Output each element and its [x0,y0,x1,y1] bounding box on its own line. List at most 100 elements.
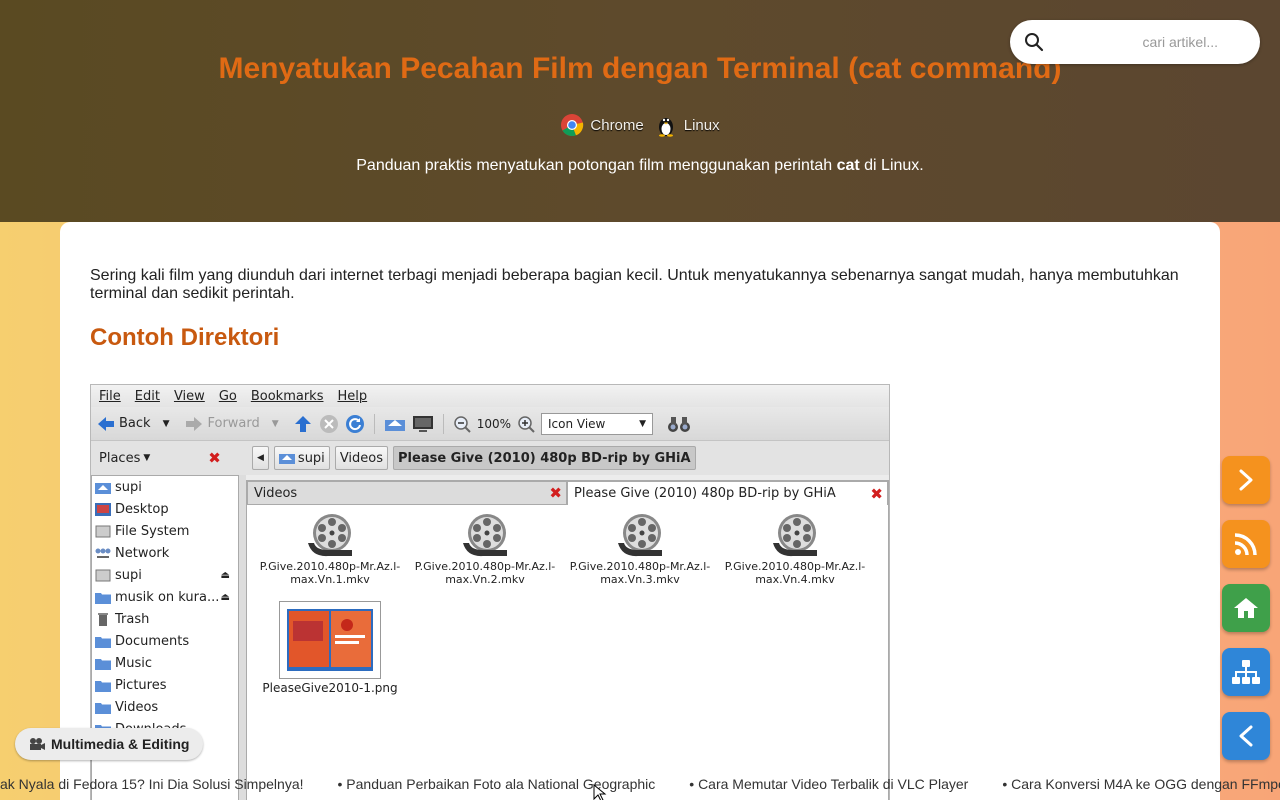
folder-icon [95,658,111,670]
path-label: Videos [339,450,384,466]
path-button-videos[interactable]: Videos [334,446,389,470]
next-article-button[interactable] [1222,456,1270,504]
film-reel-icon [463,514,507,557]
ticker-link[interactable]: • Panduan Perbaikan Foto ala National Ge… [338,776,656,792]
tab-videos[interactable]: Videos ✖ [247,481,567,505]
view-mode-value: Icon View [548,416,606,431]
search-input[interactable] [1054,34,1244,50]
forward-label: Forward [207,416,260,431]
desc-text: Panduan praktis menyatukan potongan film… [356,157,837,174]
tab-bar: Videos ✖ Please Give (2010) 480p BD-rip … [247,481,888,505]
view-mode-select[interactable]: Icon View ▼ [541,412,653,435]
zoom-in-icon[interactable] [517,415,535,433]
rss-button[interactable] [1222,520,1270,568]
sidebar-item-network[interactable]: Network [92,542,238,564]
computer-icon[interactable] [412,415,434,433]
sidebar-item-desktop[interactable]: Desktop [92,498,238,520]
home-icon[interactable] [384,416,406,432]
sidebar-item-label: Pictures [115,677,167,693]
chevron-left-icon [1239,725,1253,747]
file-item[interactable]: P.Give.2010.480p-Mr.Az.l-max.Vn.2.mkv [410,513,560,586]
file-name: PleaseGive2010-1.png [262,681,398,695]
zoom-out-icon[interactable] [453,415,471,433]
section-title: Contoh Direktori [90,324,280,351]
menu-bookmarks[interactable]: Bookmarks [251,389,324,404]
sidebar-item-musik[interactable]: musik on kura... ⏏ [92,586,238,608]
stop-icon[interactable] [319,414,339,434]
tag-list: Chrome Linux [0,113,1280,137]
location-bar: Places ▼ ✖ ◀ supi Videos Please Give (20… [91,441,889,475]
close-tab-icon[interactable]: ✖ [549,484,562,502]
home-folder-icon [278,454,295,464]
category-badge[interactable]: Multimedia & Editing [15,728,204,760]
up-arrow-icon[interactable] [293,415,313,433]
dropdown-arrow-icon: ▼ [143,453,151,463]
film-reel-icon [308,514,352,557]
drive-icon [95,525,111,537]
sidebar-item-supi-home[interactable]: supi [92,476,238,498]
menu-help[interactable]: Help [337,389,367,404]
trash-icon [98,612,108,626]
sidebar-item-label: Videos [115,699,159,715]
chevron-down-icon[interactable]: ▼ [163,419,170,429]
film-projector-icon [30,738,45,750]
home-button[interactable] [1222,584,1270,632]
chevron-down-icon[interactable]: ▼ [272,419,279,429]
search-binoculars-icon[interactable] [667,415,691,433]
folder-icon [95,636,111,648]
sitemap-button[interactable] [1222,648,1270,696]
sidebar-resize-handle[interactable] [239,475,246,800]
folder-icon [95,592,111,604]
sidebar-item-trash[interactable]: Trash [92,608,238,630]
dropdown-arrow-icon: ▼ [639,418,646,429]
file-item[interactable]: P.Give.2010.480p-Mr.Az.l-max.Vn.3.mkv [565,513,715,586]
tag-linux[interactable]: Linux [654,113,720,137]
previous-article-button[interactable] [1222,712,1270,760]
category-label: Multimedia & Editing [51,736,190,752]
menu-file[interactable]: File [99,389,121,404]
sitemap-icon [1232,660,1260,684]
file-name: P.Give.2010.480p-Mr.Az.l-max.Vn.3.mkv [569,560,711,586]
close-sidebar-icon[interactable]: ✖ [208,449,221,467]
menu-go[interactable]: Go [219,389,237,404]
file-item[interactable]: P.Give.2010.480p-Mr.Az.l-max.Vn.1.mkv [255,513,405,586]
sidebar-item-label: File System [115,523,190,539]
file-item[interactable]: P.Give.2010.480p-Mr.Az.l-max.Vn.4.mkv [720,513,870,586]
path-button-current[interactable]: Please Give (2010) 480p BD-rip by GHiA [393,446,696,470]
back-button[interactable]: Back ▼ [97,416,169,432]
file-manager-screenshot: File Edit View Go Bookmarks Help Back ▼ … [90,384,890,800]
eject-icon[interactable]: ⏏ [221,570,230,581]
ticker-link[interactable]: • Cara Konversi M4A ke OGG dengan FFmpeg… [1002,776,1280,792]
tab-label: Please Give (2010) 480p BD-rip by GHiA [574,486,836,501]
sidebar-item-music[interactable]: Music [92,652,238,674]
places-label: Places [99,450,141,466]
chrome-icon [561,114,584,137]
tab-please-give[interactable]: Please Give (2010) 480p BD-rip by GHiA ✖ [567,481,888,505]
sidebar-item-documents[interactable]: Documents [92,630,238,652]
eject-icon[interactable]: ⏏ [221,592,230,603]
desc-text-end: di Linux. [859,157,924,174]
file-item[interactable]: PleaseGive2010-1.png [255,601,405,695]
sidebar-item-pictures[interactable]: Pictures [92,674,238,696]
menu-edit[interactable]: Edit [135,389,160,404]
sidebar-item-videos[interactable]: Videos [92,696,238,718]
network-icon [95,548,111,558]
article-intro: Sering kali film yang diunduh dari inter… [90,267,1179,302]
sidebar-item-file-system[interactable]: File System [92,520,238,542]
places-dropdown[interactable]: Places ▼ ✖ [99,449,239,467]
path-scroll-left-button[interactable]: ◀ [252,446,269,470]
ticker-link[interactable]: • Cara Memutar Video Terbalik di VLC Pla… [689,776,968,792]
home-folder-icon [95,482,111,494]
mouse-cursor-icon [593,784,607,800]
tag-chrome[interactable]: Chrome [560,113,644,137]
forward-button[interactable]: Forward ▼ [185,416,279,432]
sidebar-item-label: Music [115,655,152,671]
folder-icon [95,680,111,692]
film-reel-icon [773,514,817,557]
close-tab-icon[interactable]: ✖ [870,485,883,503]
path-button-supi[interactable]: supi [273,446,330,470]
ticker-link[interactable]: ak Nyala di Fedora 15? Ini Dia Solusi Si… [0,776,304,792]
sidebar-item-supi-drive[interactable]: supi ⏏ [92,564,238,586]
reload-icon[interactable] [345,414,365,434]
menu-view[interactable]: View [174,389,205,404]
